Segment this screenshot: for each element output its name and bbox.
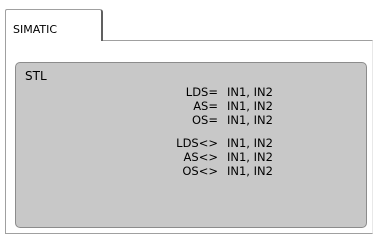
tab-simatic[interactable]: SIMATIC <box>5 9 103 41</box>
instruction-op: AS= <box>193 99 218 113</box>
instruction-args: IN1, IN2 <box>227 113 273 127</box>
instruction-args: IN1, IN2 <box>227 85 273 99</box>
instruction-op: OS= <box>192 113 218 127</box>
instruction-args: IN1, IN2 <box>227 136 273 150</box>
instruction-op: AS<> <box>183 150 218 164</box>
stl-group-box: STL LDS= IN1, IN2 AS= IN1, IN2 OS= IN1, … <box>15 62 367 228</box>
instruction-row: AS= IN1, IN2 <box>16 99 366 113</box>
tab-joint <box>6 40 101 42</box>
tab-simatic-label: SIMATIC <box>13 23 58 36</box>
instruction-row: LDS<> IN1, IN2 <box>16 136 366 150</box>
instruction-op: OS<> <box>182 164 218 178</box>
instruction-args: IN1, IN2 <box>227 150 273 164</box>
instruction-args: IN1, IN2 <box>227 164 273 178</box>
instruction-op: LDS= <box>185 85 218 99</box>
instruction-row: LDS= IN1, IN2 <box>16 85 366 99</box>
window-content: SIMATIC STL LDS= IN1, IN2 AS= IN1, IN2 O… <box>0 0 373 241</box>
instruction-row: AS<> IN1, IN2 <box>16 150 366 164</box>
instruction-args: IN1, IN2 <box>227 99 273 113</box>
instruction-list: LDS= IN1, IN2 AS= IN1, IN2 OS= IN1, IN2 … <box>16 85 366 178</box>
instruction-row: OS= IN1, IN2 <box>16 113 366 127</box>
instruction-row: OS<> IN1, IN2 <box>16 164 366 178</box>
group-title: STL <box>25 69 47 83</box>
instruction-op: LDS<> <box>176 136 218 150</box>
